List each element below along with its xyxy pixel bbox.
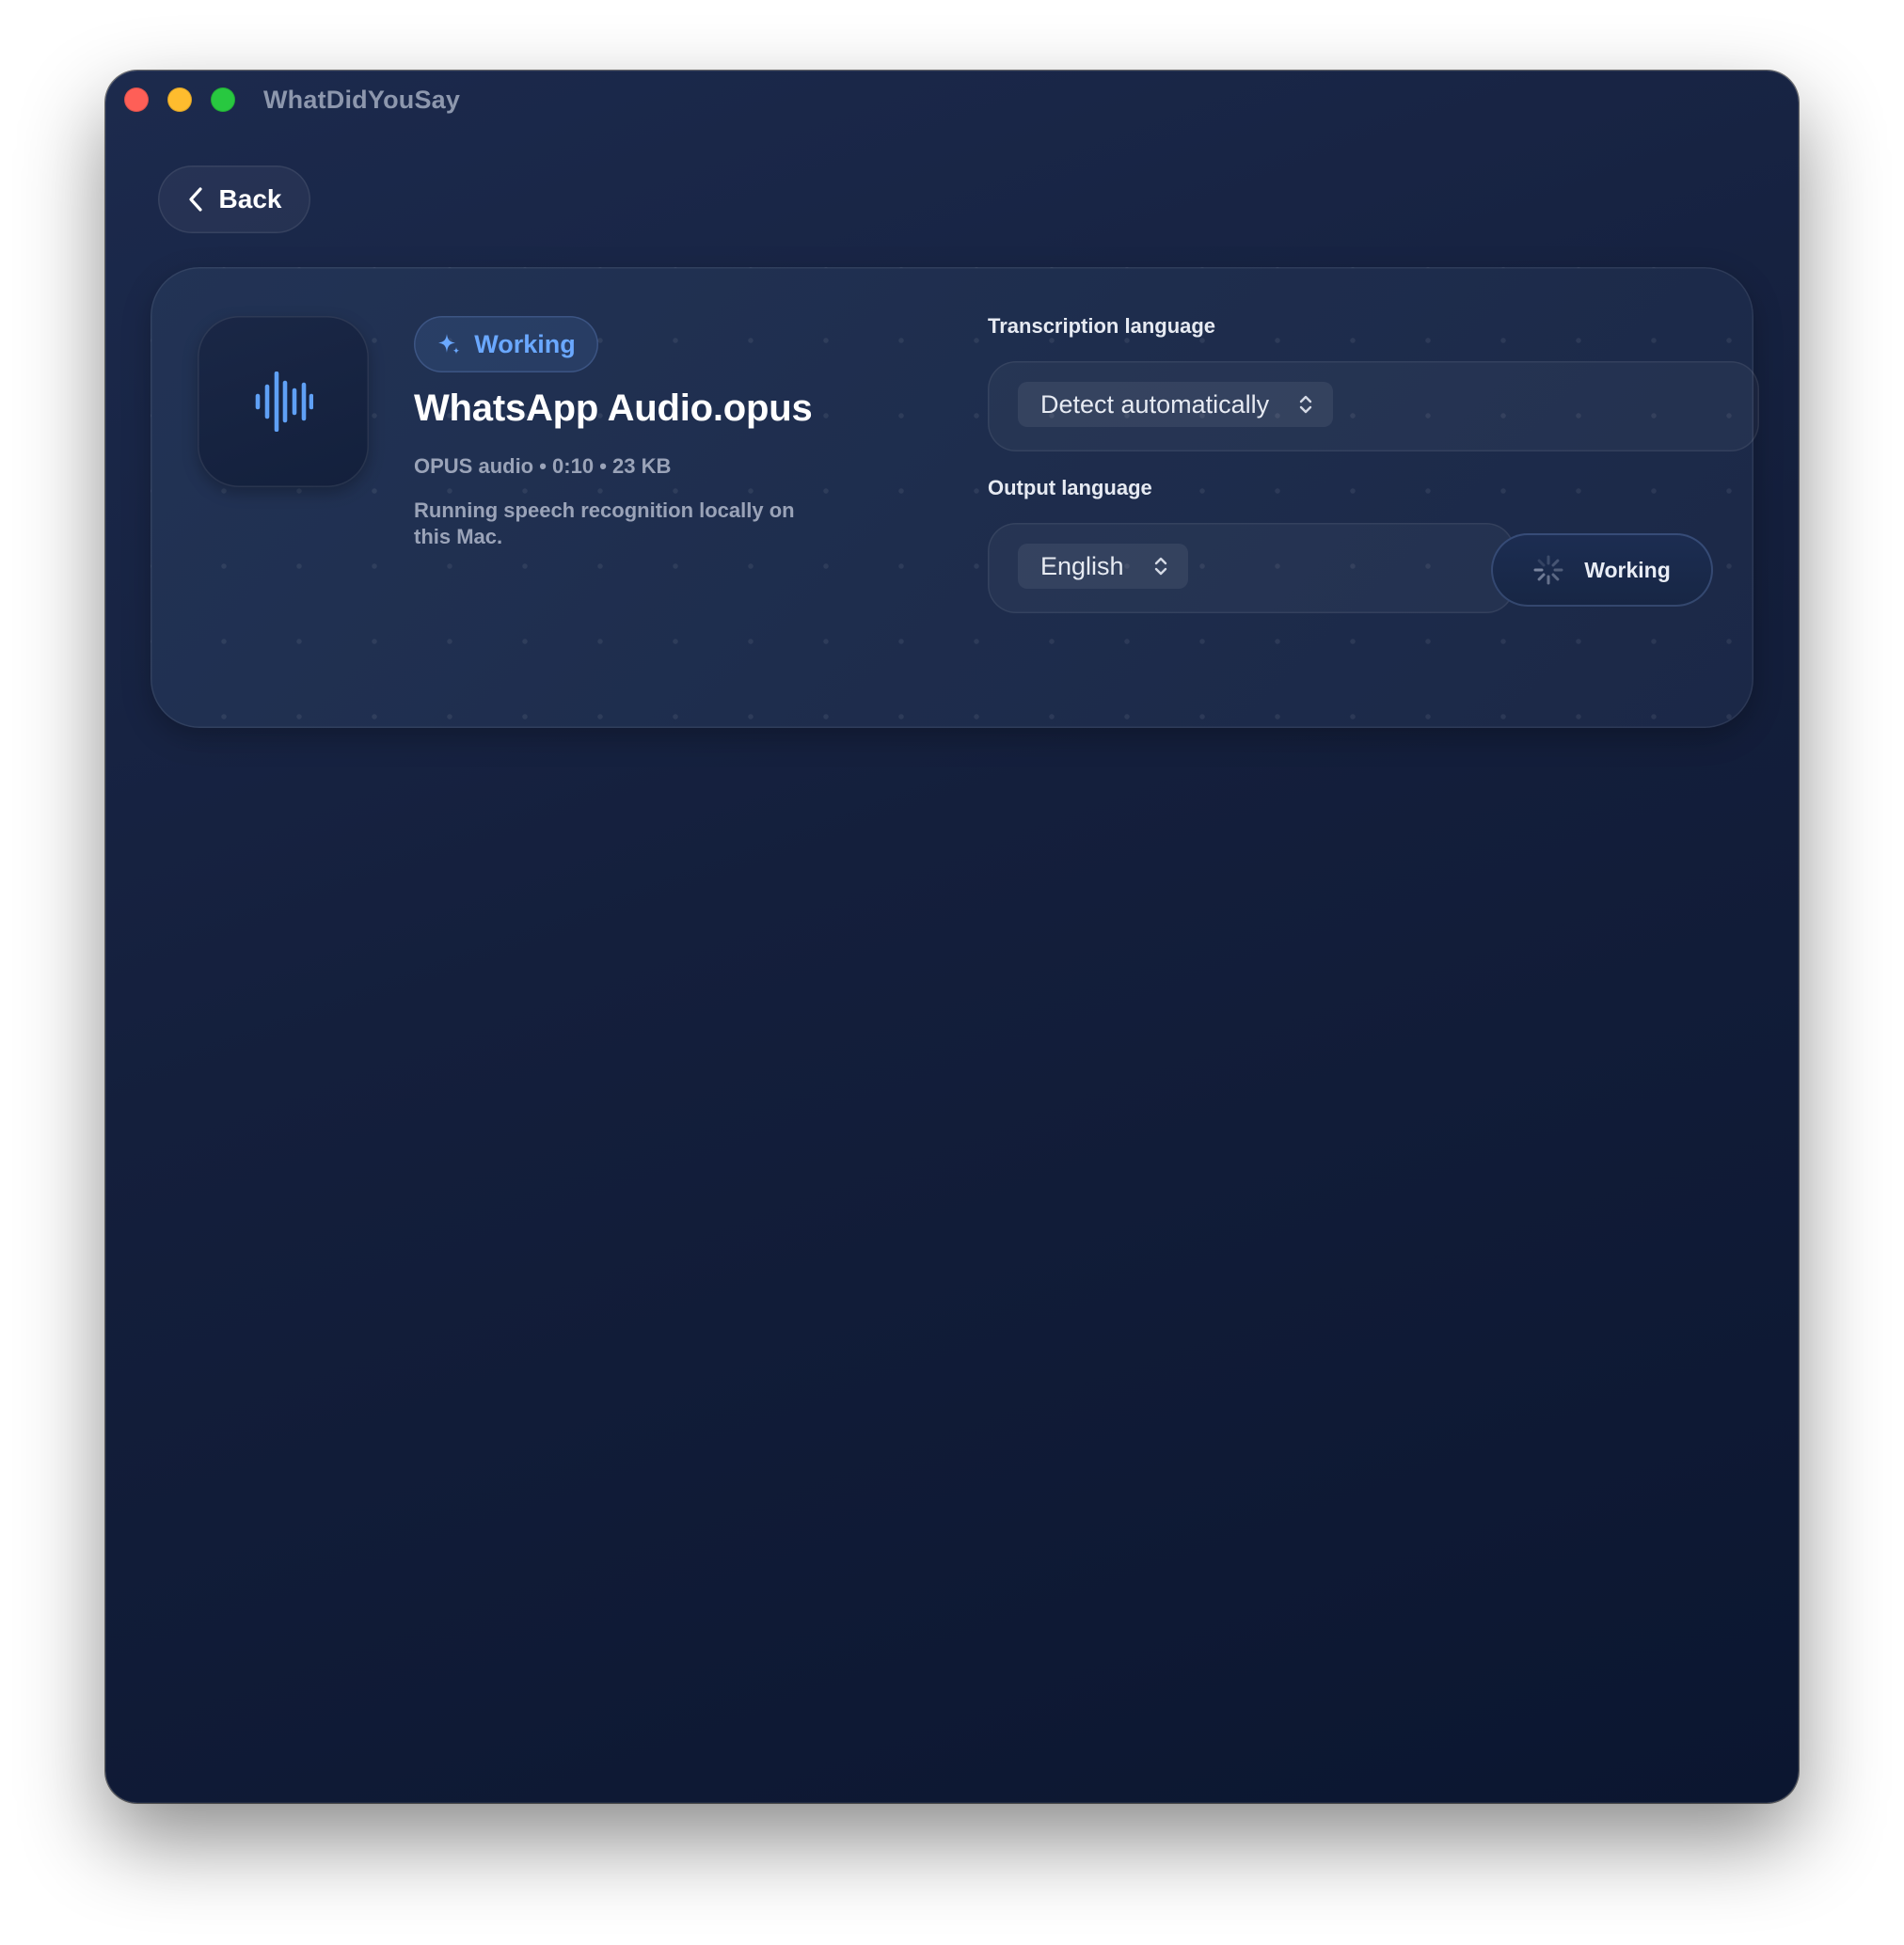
- back-button[interactable]: Back: [158, 166, 310, 233]
- transcription-language-field: Detect automatically: [988, 361, 1759, 451]
- maximize-window-button[interactable]: [211, 87, 235, 112]
- output-language-select[interactable]: English: [1018, 544, 1188, 589]
- transcription-language-label: Transcription language: [988, 314, 1216, 338]
- transcribe-button-label: Working: [1584, 557, 1671, 582]
- window-title: WhatDidYouSay: [263, 86, 461, 114]
- app-window: WhatDidYouSay Back Working WhatsApp Audi…: [105, 71, 1799, 1803]
- file-name: WhatsApp Audio.opus: [414, 387, 813, 429]
- transcribe-button[interactable]: Working: [1491, 533, 1713, 607]
- close-window-button[interactable]: [124, 87, 149, 112]
- output-language-label: Output language: [988, 476, 1152, 499]
- sparkle-icon: [438, 334, 460, 355]
- chevron-up-down-icon: [1154, 557, 1166, 576]
- title-bar: WhatDidYouSay: [105, 71, 1799, 136]
- status-badge-label: Working: [474, 329, 576, 358]
- chevron-left-icon: [188, 187, 202, 212]
- output-language-field: English: [988, 523, 1515, 613]
- status-badge: Working: [414, 316, 598, 372]
- output-language-value: English: [1040, 551, 1124, 580]
- processing-status-text: Running speech recognition locally on th…: [414, 498, 795, 548]
- waveform-icon: [255, 372, 313, 432]
- chevron-up-down-icon: [1299, 395, 1312, 414]
- file-thumbnail: [198, 316, 369, 487]
- transcription-language-select[interactable]: Detect automatically: [1018, 382, 1334, 427]
- file-card: Working WhatsApp Audio.opus OPUS audio •…: [151, 267, 1759, 728]
- spinner-icon: [1533, 555, 1563, 585]
- transcription-language-value: Detect automatically: [1040, 389, 1270, 419]
- file-metadata: OPUS audio • 0:10 • 23 KB: [414, 454, 672, 478]
- minimize-window-button[interactable]: [167, 87, 192, 112]
- back-button-label: Back: [218, 184, 282, 213]
